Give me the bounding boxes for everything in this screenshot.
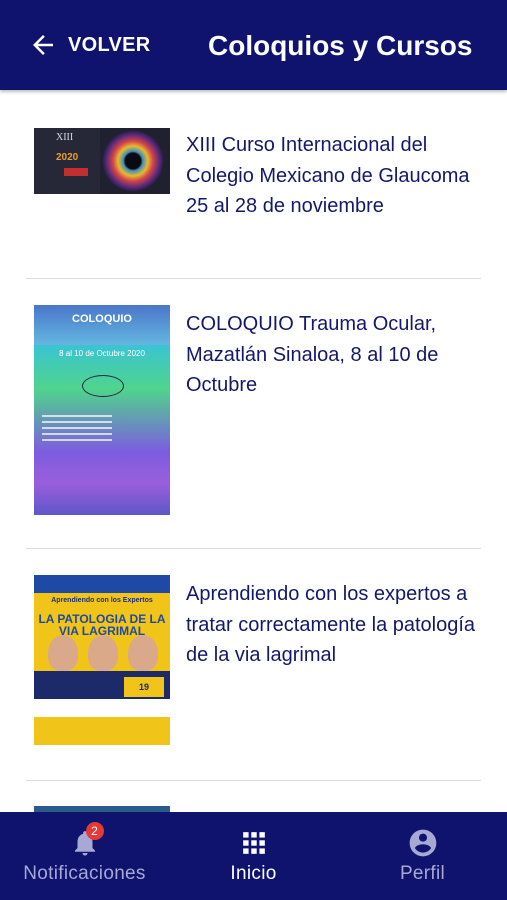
arrow-left-icon — [33, 35, 53, 55]
course-title: XIII Curso Internacional del Colegio Mex… — [186, 134, 470, 217]
tab-label: Inicio — [230, 863, 277, 884]
tab-label: Notificaciones — [23, 863, 146, 884]
tab-label: Perfil — [399, 863, 446, 884]
list-item[interactable]: COLOQUIO 8 al 10 de Octubre 2020 COLOQUI… — [26, 278, 481, 549]
course-title: Aprendiendo con los expertos a tratar co… — [186, 583, 476, 666]
back-label: VOLVER — [68, 33, 151, 56]
tab-perfil[interactable]: Perfil — [338, 812, 507, 900]
list-item[interactable]: XIII 2020 XIII Curso Internacional del C… — [26, 90, 481, 279]
tab-notificaciones[interactable]: 2 Notificaciones — [0, 812, 169, 900]
grid-icon — [241, 826, 267, 860]
course-list: XIII 2020 XIII Curso Internacional del C… — [0, 90, 507, 812]
course-thumbnail: Aprendiendo con los Expertos LA PATOLOGI… — [34, 575, 170, 745]
course-title: COLOQUIO Trauma Ocular, Mazatlán Sinaloa… — [186, 313, 439, 396]
eye-graphic — [102, 130, 164, 192]
app-header: VOLVER Coloquios y Cursos — [0, 0, 507, 90]
bottom-tab-bar: 2 Notificaciones Inicio Perfil — [0, 812, 507, 900]
list-item[interactable] — [26, 780, 481, 812]
notification-badge: 2 — [85, 822, 104, 840]
course-thumbnail: XIII 2020 — [34, 128, 170, 194]
account-circle-icon — [407, 826, 439, 860]
back-button[interactable]: VOLVER — [28, 30, 151, 60]
page-title: Coloquios y Cursos — [208, 30, 473, 61]
list-item[interactable]: Aprendiendo con los Expertos LA PATOLOGI… — [26, 548, 481, 781]
course-thumbnail: COLOQUIO 8 al 10 de Octubre 2020 — [34, 305, 170, 515]
bell-icon: 2 — [70, 822, 104, 860]
tab-inicio[interactable]: Inicio — [169, 812, 338, 900]
